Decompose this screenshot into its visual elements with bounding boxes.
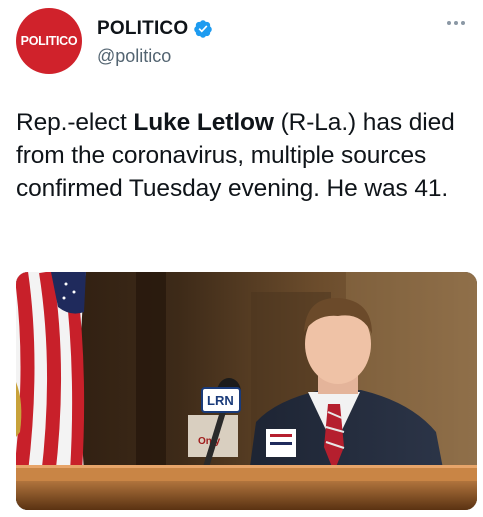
tweet-text-before: Rep.-elect <box>16 109 134 136</box>
mic-flag-text: LRN <box>207 393 234 408</box>
tweet-text: Rep.-elect Luke Letlow (R-La.) has died … <box>16 106 466 205</box>
tweet-header: POLITICO POLITICO @politico <box>0 0 483 90</box>
american-flag <box>16 272 86 478</box>
account-handle[interactable]: @politico <box>97 46 171 67</box>
avatar[interactable]: POLITICO <box>16 8 82 74</box>
podium <box>16 465 477 510</box>
more-options-icon[interactable] <box>445 18 467 28</box>
display-name[interactable]: POLITICO <box>97 18 188 40</box>
avatar-logo-text: POLITICO <box>20 34 78 48</box>
tweet-photo[interactable]: Only LRN <box>16 272 477 510</box>
photo-scene: Only LRN <box>16 272 477 510</box>
name-row: POLITICO <box>97 18 213 40</box>
verified-badge-icon <box>194 20 213 38</box>
tweet-text-bold: Luke Letlow <box>133 109 274 136</box>
